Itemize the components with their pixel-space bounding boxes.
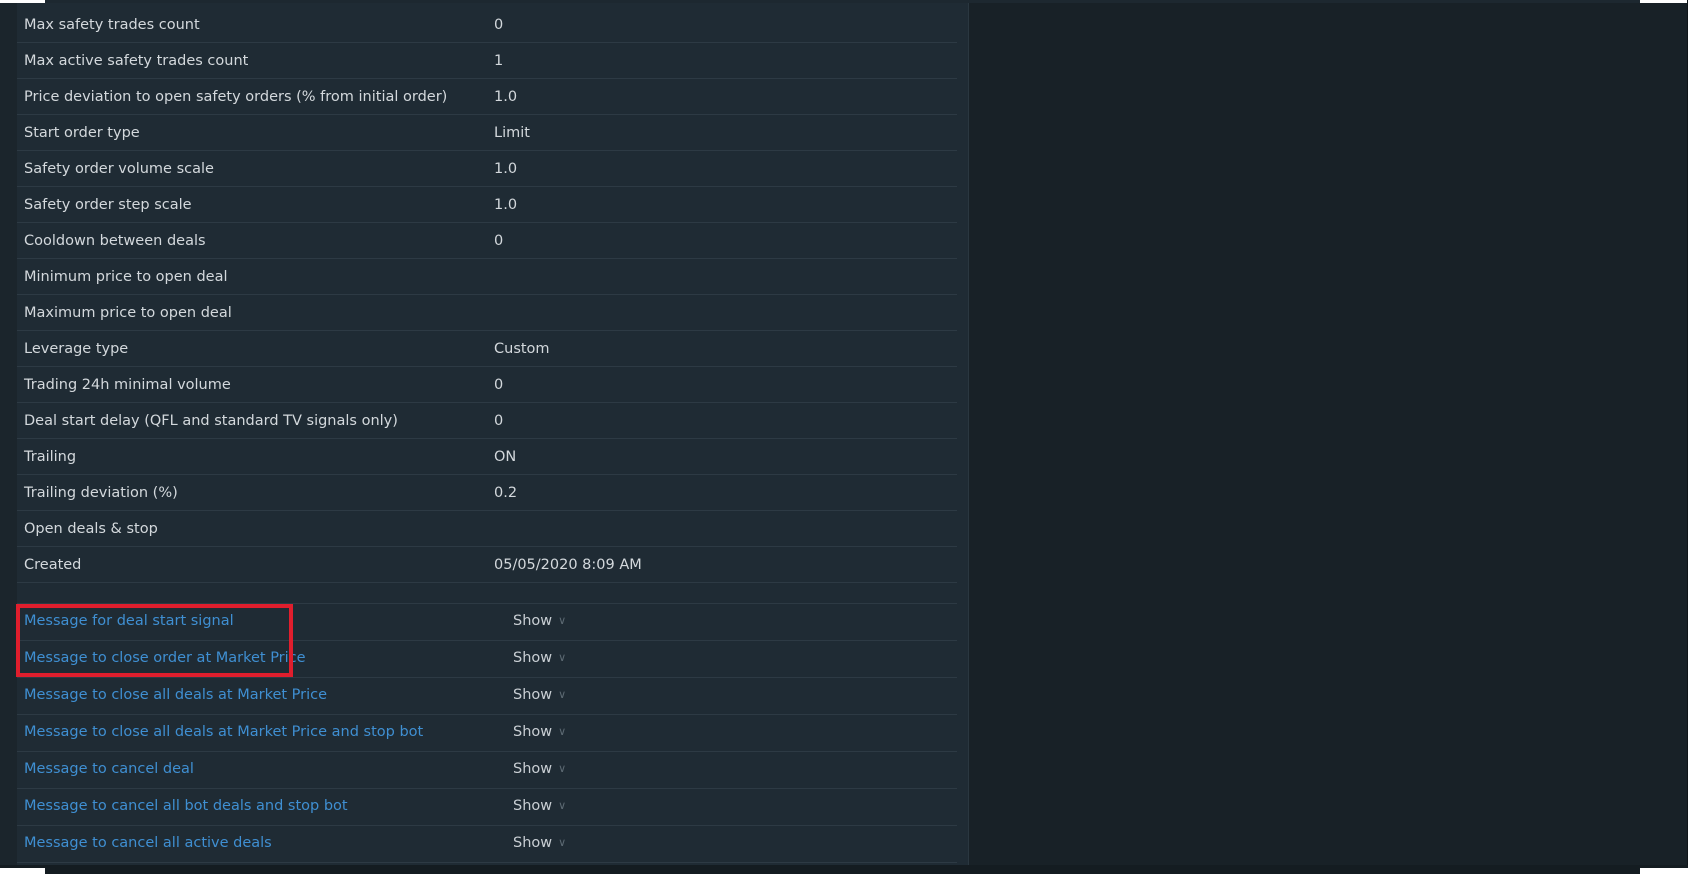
setting-label: Price deviation to open safety orders (%… xyxy=(24,88,448,105)
show-toggle[interactable]: Show ∨ xyxy=(513,761,566,777)
message-link[interactable]: Message to close all deals at Market Pri… xyxy=(24,687,327,703)
setting-label: Max active safety trades count xyxy=(24,52,249,69)
setting-label: Deal start delay (QFL and standard TV si… xyxy=(24,412,398,429)
bot-settings-table: Max safety trades count 0 Max active safet… xyxy=(17,7,957,863)
show-toggle[interactable]: Show ∨ xyxy=(513,724,566,740)
message-row: Message to close order at Market Price Sh… xyxy=(17,641,957,678)
show-label: Show xyxy=(513,761,553,777)
show-label: Show xyxy=(513,613,553,629)
show-toggle[interactable]: Show ∨ xyxy=(513,835,566,851)
table-row: Max safety trades count 0 xyxy=(17,7,957,43)
table-row: Price deviation to open safety orders (%… xyxy=(17,79,957,115)
show-toggle[interactable]: Show ∨ xyxy=(513,687,566,703)
message-link[interactable]: Message to cancel deal xyxy=(24,761,194,777)
setting-label: Minimum price to open deal xyxy=(24,268,228,285)
setting-label: Trading 24h minimal volume xyxy=(24,376,231,393)
show-label: Show xyxy=(513,835,553,851)
setting-value: 1 xyxy=(494,52,504,69)
table-row: Safety order step scale 1.0 xyxy=(17,187,957,223)
setting-label: Safety order step scale xyxy=(24,196,192,213)
right-empty-area xyxy=(969,3,1688,874)
setting-value: Limit xyxy=(494,124,530,141)
setting-label: Safety order volume scale xyxy=(24,160,214,177)
show-label: Show xyxy=(513,650,553,666)
setting-value: 0 xyxy=(494,232,504,249)
message-link[interactable]: Message to cancel all bot deals and stop… xyxy=(24,798,348,814)
setting-label: Trailing xyxy=(24,448,77,465)
table-row: Cooldown between deals 0 xyxy=(17,223,957,259)
setting-value: 0 xyxy=(494,412,504,429)
show-label: Show xyxy=(513,687,553,703)
chevron-down-icon: ∨ xyxy=(558,651,567,664)
chevron-down-icon: ∨ xyxy=(558,614,567,627)
message-row: Message to close all deals at Market Pri… xyxy=(17,715,957,752)
table-row: Trailing deviation (%) 0.2 xyxy=(17,475,957,511)
setting-value: 0 xyxy=(494,376,504,393)
chevron-down-icon: ∨ xyxy=(558,799,567,812)
table-row: Safety order volume scale 1.0 xyxy=(17,151,957,187)
chevron-down-icon: ∨ xyxy=(558,762,567,775)
table-row: Open deals & stop xyxy=(17,511,957,547)
setting-value: ON xyxy=(494,448,517,465)
message-row: Message for deal start signal Show ∨ xyxy=(17,604,957,641)
table-row: Max active safety trades count 1 xyxy=(17,43,957,79)
setting-label: Created xyxy=(24,556,82,573)
table-row: Start order type Limit xyxy=(17,115,957,151)
setting-value: 0 xyxy=(494,16,504,33)
setting-value: 1.0 xyxy=(494,160,518,177)
table-row: Created 05/05/2020 8:09 AM xyxy=(17,547,957,583)
table-spacer xyxy=(17,583,957,604)
show-toggle[interactable]: Show ∨ xyxy=(513,650,566,666)
table-row: Minimum price to open deal xyxy=(17,259,957,295)
setting-label: Start order type xyxy=(24,124,140,141)
message-link[interactable]: Message for deal start signal xyxy=(24,613,234,629)
bot-details-panel: Max safety trades count 0 Max active safet… xyxy=(17,3,969,865)
show-label: Show xyxy=(513,798,553,814)
chevron-down-icon: ∨ xyxy=(558,688,567,701)
table-row: Trading 24h minimal volume 0 xyxy=(17,367,957,403)
bottom-bar xyxy=(0,865,1688,874)
setting-label: Leverage type xyxy=(24,340,129,357)
show-label: Show xyxy=(513,724,553,740)
chevron-down-icon: ∨ xyxy=(558,725,567,738)
message-link[interactable]: Message to cancel all active deals xyxy=(24,835,272,851)
setting-label: Open deals & stop xyxy=(24,520,158,537)
show-toggle[interactable]: Show ∨ xyxy=(513,798,566,814)
setting-label: Trailing deviation (%) xyxy=(24,484,178,501)
table-row: Deal start delay (QFL and standard TV si… xyxy=(17,403,957,439)
setting-value: 0.2 xyxy=(494,484,518,501)
setting-value: 1.0 xyxy=(494,88,518,105)
setting-value: Custom xyxy=(494,340,550,357)
show-toggle[interactable]: Show ∨ xyxy=(513,613,566,629)
message-rows: Message for deal start signal Show ∨ Messag… xyxy=(17,604,957,863)
setting-label: Max safety trades count xyxy=(24,16,200,33)
message-row: Message to cancel deal Show ∨ xyxy=(17,752,957,789)
message-row: Message to close all deals at Market Pri… xyxy=(17,678,957,715)
message-row: Message to cancel all bot deals and stop… xyxy=(17,789,957,826)
message-link[interactable]: Message to close order at Market Price xyxy=(24,650,306,666)
left-rail xyxy=(0,3,17,874)
table-row: Trailing ON xyxy=(17,439,957,475)
bottom-edge-left xyxy=(0,868,45,874)
bottom-edge-right xyxy=(1640,868,1688,874)
setting-label: Maximum price to open deal xyxy=(24,304,232,321)
settings-rows: Max safety trades count 0 Max active safet… xyxy=(17,7,957,583)
setting-label: Cooldown between deals xyxy=(24,232,206,249)
setting-value: 05/05/2020 8:09 AM xyxy=(494,556,642,573)
table-row: Maximum price to open deal xyxy=(17,295,957,331)
message-link[interactable]: Message to close all deals at Market Pri… xyxy=(24,724,423,740)
setting-value: 1.0 xyxy=(494,196,518,213)
message-row: Message to cancel all active deals Show ∨ xyxy=(17,826,957,863)
table-row: Leverage type Custom xyxy=(17,331,957,367)
chevron-down-icon: ∨ xyxy=(558,836,567,849)
